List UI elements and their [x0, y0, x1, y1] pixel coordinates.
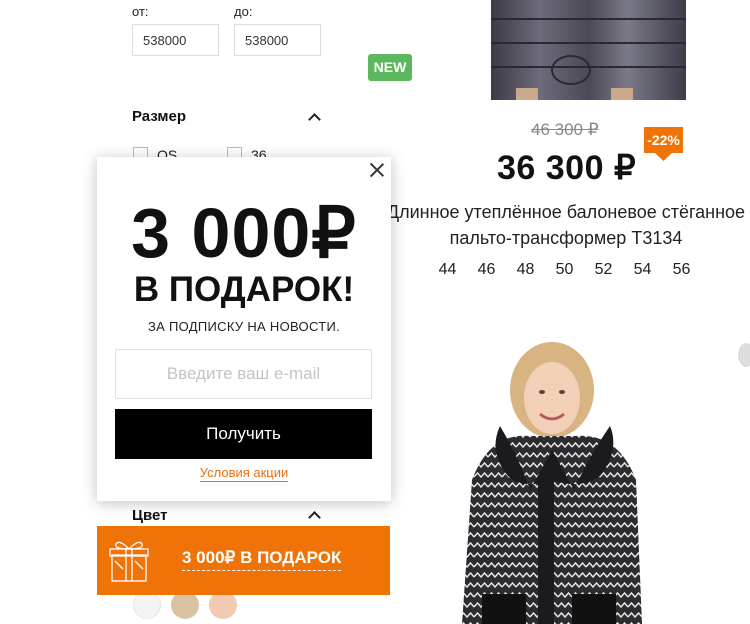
terms-container: Условия акции [97, 464, 391, 482]
subscription-popup: 3 000₽ В ПОДАРОК! ЗА ПОДПИСКУ НА НОВОСТИ… [97, 157, 391, 501]
chevron-up-icon[interactable] [308, 113, 321, 126]
discount-text: -22% [647, 132, 680, 148]
color-swatch-beige[interactable] [171, 591, 199, 619]
product-image[interactable] [491, 0, 686, 100]
product-image-2[interactable] [460, 340, 645, 624]
gift-bar[interactable]: 3 000₽ В ПОДАРОК [97, 526, 390, 595]
color-swatch-peach[interactable] [209, 591, 237, 619]
popup-subtitle: ЗА ПОДПИСКУ НА НОВОСТИ. [147, 319, 341, 334]
new-badge: NEW [368, 54, 412, 81]
price-from-input[interactable] [132, 24, 219, 56]
terms-link[interactable]: Условия акции [199, 465, 289, 482]
chevron-up-icon[interactable] [308, 511, 321, 524]
size-item[interactable]: 52 [584, 261, 623, 279]
size-item[interactable]: 44 [428, 261, 467, 279]
popup-amount: 3 000₽ [131, 194, 357, 272]
gift-icon [109, 539, 149, 583]
discount-badge: -22% [644, 127, 683, 161]
size-item[interactable]: 50 [545, 261, 584, 279]
current-price: 36 300 ₽ [497, 149, 637, 187]
favorite-heart-icon[interactable] [738, 343, 750, 367]
email-input[interactable] [115, 349, 372, 399]
size-item[interactable]: 54 [623, 261, 662, 279]
popup-headline: В ПОДАРОК! [133, 270, 355, 309]
color-filter-title[interactable]: Цвет [132, 507, 167, 524]
size-list: 44 46 48 50 52 54 56 [428, 261, 701, 279]
size-filter-title[interactable]: Размер [132, 108, 186, 125]
price-to-label: до: [234, 4, 253, 19]
price-to-input[interactable] [234, 24, 321, 56]
price-from-label: от: [132, 4, 149, 19]
size-item[interactable]: 48 [506, 261, 545, 279]
gift-bar-text: 3 000₽ В ПОДАРОК [182, 548, 342, 571]
catalog-page: от: до: Размер OS 36 Цвет NEW 46 300 ₽ -… [0, 0, 750, 624]
close-icon[interactable] [369, 162, 385, 178]
old-price: 46 300 ₽ [531, 120, 599, 139]
get-button[interactable]: Получить [115, 409, 372, 459]
color-swatch-white[interactable] [133, 591, 161, 619]
product-title[interactable]: Длинное утеплённое балоневое стёганное п… [386, 199, 746, 251]
size-item[interactable]: 56 [662, 261, 701, 279]
size-item[interactable]: 46 [467, 261, 506, 279]
